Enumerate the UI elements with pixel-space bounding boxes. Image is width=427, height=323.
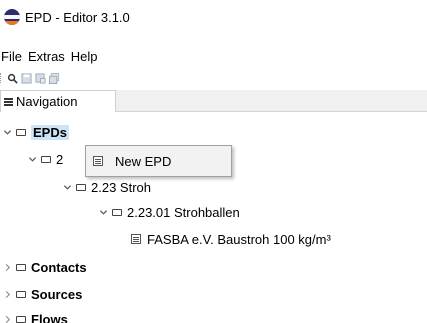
tree-node-flows[interactable]: Flows — [2, 308, 68, 323]
tree-node-label: Sources — [31, 286, 83, 302]
folder-icon — [112, 208, 122, 216]
context-menu-new-epd[interactable]: New EPD — [88, 149, 229, 173]
tree-node-contacts[interactable]: Contacts — [2, 256, 87, 278]
menu-extras[interactable]: Extras — [25, 49, 68, 64]
chevron-right-icon[interactable] — [2, 262, 12, 272]
save-as-icon[interactable] — [34, 72, 46, 84]
folder-icon — [16, 263, 26, 271]
tree-node-label: 2.23.01 Strohballen — [127, 204, 240, 220]
tree-node-label: Flows — [31, 311, 68, 323]
search-icon[interactable] — [6, 72, 18, 84]
toolbar-grip[interactable] — [0, 73, 2, 83]
menu-bar: File Extras Help — [0, 46, 101, 66]
chevron-down-icon[interactable] — [27, 154, 37, 164]
tree-node-category-2[interactable]: 2 — [27, 148, 63, 170]
tree-node-category-2-23[interactable]: 2.23 Stroh — [62, 176, 151, 198]
tree-node-epd-item[interactable]: FASBA e.V. Baustroh 100 kg/m³ — [131, 228, 331, 250]
menu-file[interactable]: File — [0, 49, 25, 64]
tree-node-label: 2.23 Stroh — [91, 179, 151, 195]
menu-icon — [4, 97, 13, 106]
tree-node-label: EPDs — [31, 124, 69, 140]
save-icon[interactable] — [20, 72, 32, 84]
tree-node-epds[interactable]: EPDs — [2, 121, 69, 143]
tab-bar-background — [116, 90, 427, 112]
chevron-right-icon[interactable] — [2, 314, 12, 323]
title-bar: EPD - Editor 3.1.0 — [0, 0, 427, 34]
folder-icon — [16, 315, 26, 323]
navigation-tree: EPDs 2 2.23 Stroh 2.23.01 Strohballen FA… — [0, 112, 427, 323]
app-logo-icon — [4, 9, 20, 25]
document-icon — [131, 234, 141, 244]
folder-icon — [16, 290, 26, 298]
document-icon — [93, 156, 103, 166]
folder-icon — [76, 183, 86, 191]
chevron-down-icon[interactable] — [62, 182, 72, 192]
chevron-down-icon[interactable] — [2, 127, 12, 137]
tree-node-sources[interactable]: Sources — [2, 283, 82, 305]
tree-node-category-2-23-01[interactable]: 2.23.01 Strohballen — [98, 201, 240, 223]
chevron-down-icon[interactable] — [98, 207, 108, 217]
context-menu-item-label: New EPD — [115, 153, 172, 169]
tree-node-label: Contacts — [31, 259, 87, 275]
save-all-icon[interactable] — [48, 72, 60, 84]
folder-icon — [16, 128, 26, 136]
folder-icon — [41, 155, 51, 163]
window-title: EPD - Editor 3.1.0 — [25, 9, 130, 25]
chevron-right-icon[interactable] — [2, 289, 12, 299]
navigation-tab-label: Navigation — [16, 94, 78, 109]
menu-help[interactable]: Help — [68, 49, 101, 64]
tree-node-label: FASBA e.V. Baustroh 100 kg/m³ — [147, 231, 331, 247]
toolbar — [0, 69, 60, 87]
tab-navigation[interactable]: Navigation — [0, 90, 116, 112]
tree-node-label: 2 — [56, 151, 64, 167]
context-menu: New EPD — [85, 145, 232, 177]
